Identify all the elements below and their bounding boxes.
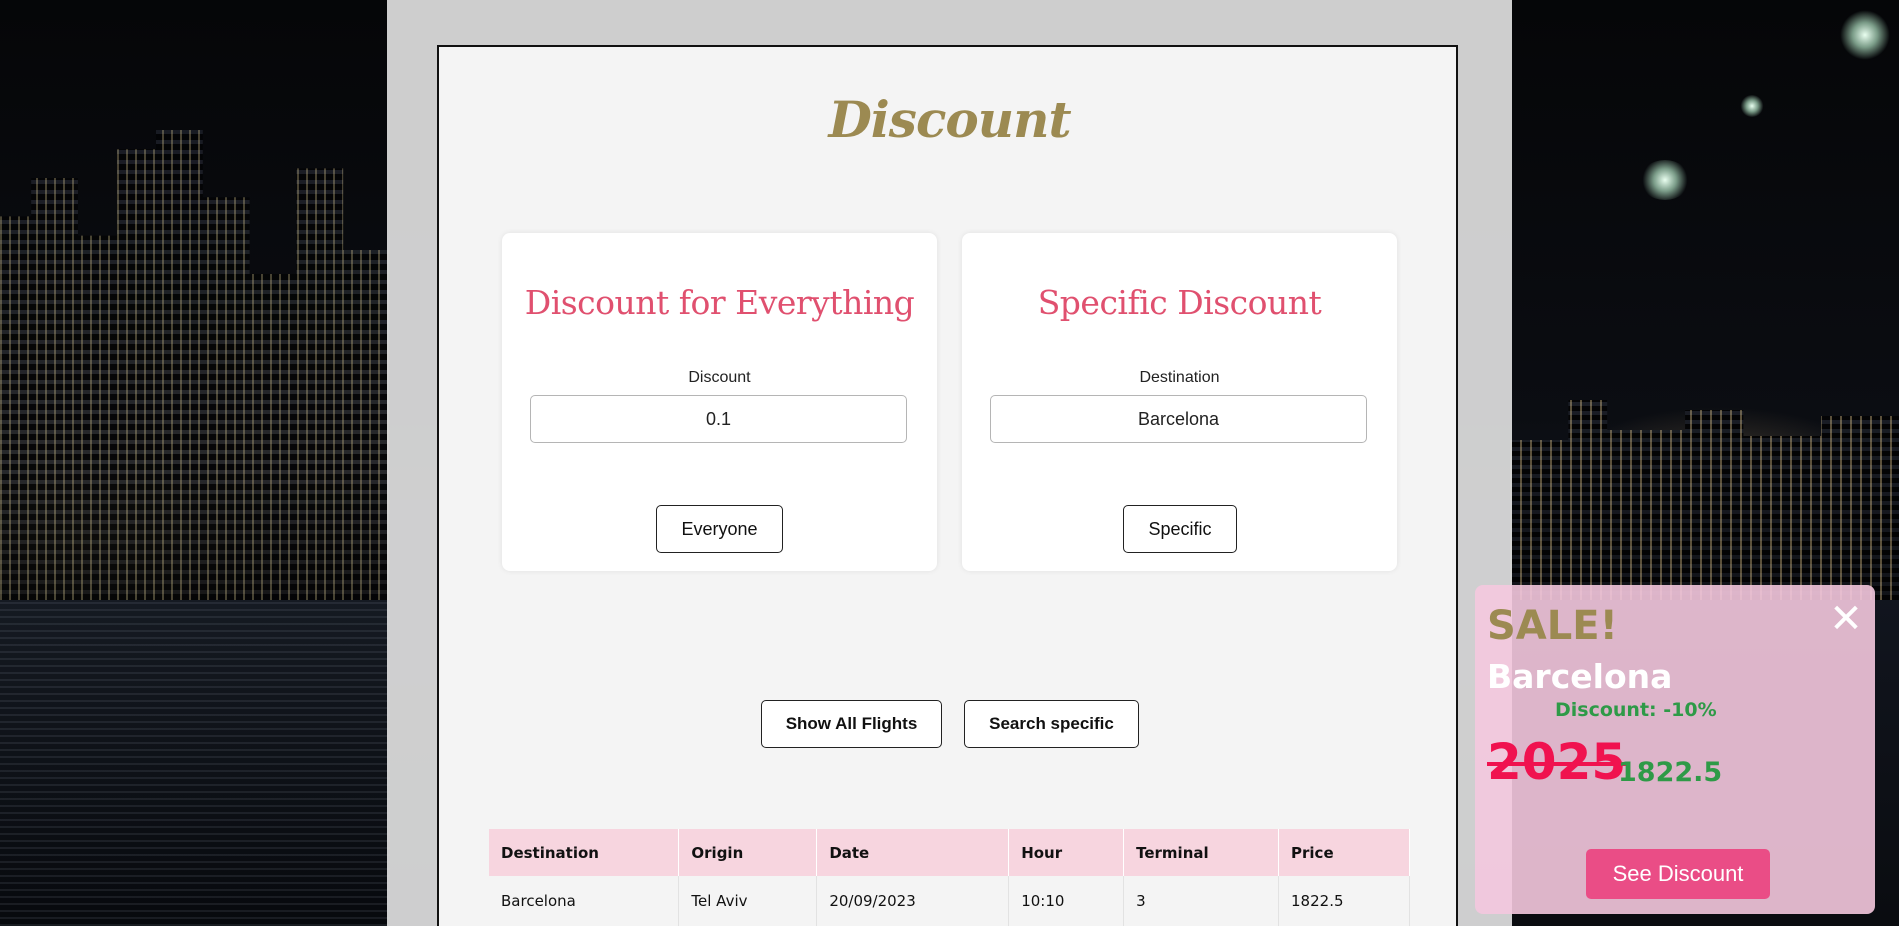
- river-water: [0, 600, 390, 926]
- column-header: Terminal: [1123, 829, 1280, 876]
- table-header-row: Destination Origin Date Hour Terminal Pr…: [489, 829, 1410, 876]
- discount-everything-box: Discount for Everything Discount Everyon…: [502, 233, 937, 571]
- city-skyline-left: [0, 130, 390, 610]
- table-cell: Tel Aviv: [678, 876, 818, 926]
- table-row[interactable]: Barcelona Tel Aviv 20/09/2023 10:10 3 18…: [489, 876, 1410, 926]
- column-header: Destination: [489, 829, 680, 876]
- search-specific-button[interactable]: Search specific: [964, 700, 1139, 748]
- sale-title: SALE!: [1487, 603, 1618, 649]
- column-header: Price: [1278, 829, 1410, 876]
- show-all-flights-button[interactable]: Show All Flights: [761, 700, 942, 748]
- specific-discount-box: Specific Discount Destination Specific: [962, 233, 1397, 571]
- close-icon[interactable]: ✕: [1828, 599, 1864, 639]
- new-price: 1822.5: [1618, 757, 1723, 788]
- sale-popup: SALE! ✕ Barcelona Discount: -10% 2025 18…: [1475, 585, 1875, 914]
- see-discount-button[interactable]: See Discount: [1586, 849, 1770, 899]
- specific-button[interactable]: Specific: [1123, 505, 1237, 553]
- discount-input[interactable]: [530, 395, 907, 443]
- page-title: Discount: [828, 90, 1071, 149]
- destination-label: Destination: [1139, 369, 1220, 386]
- city-skyline-right: [1510, 400, 1899, 600]
- discount-label: Discount: [688, 369, 751, 386]
- light-glow: [1840, 10, 1890, 60]
- table-cell: 10:10: [1008, 876, 1125, 926]
- sale-destination: Barcelona: [1487, 657, 1673, 696]
- table-cell: 1822.5: [1278, 876, 1410, 926]
- old-price: 2025: [1487, 733, 1627, 791]
- column-header: Origin: [678, 829, 818, 876]
- column-header: Date: [816, 829, 1010, 876]
- everyone-button[interactable]: Everyone: [656, 505, 783, 553]
- table-cell: 3: [1123, 876, 1280, 926]
- sale-discount-text: Discount: -10%: [1555, 699, 1717, 721]
- flights-table: Destination Origin Date Hour Terminal Pr…: [489, 829, 1410, 926]
- light-glow: [1640, 160, 1690, 200]
- table-cell: 20/09/2023: [816, 876, 1010, 926]
- column-header: Hour: [1008, 829, 1125, 876]
- box-title: Discount for Everything: [524, 283, 915, 322]
- destination-input[interactable]: [990, 395, 1367, 443]
- box-title: Specific Discount: [1037, 283, 1322, 322]
- table-cell: Barcelona: [489, 876, 680, 926]
